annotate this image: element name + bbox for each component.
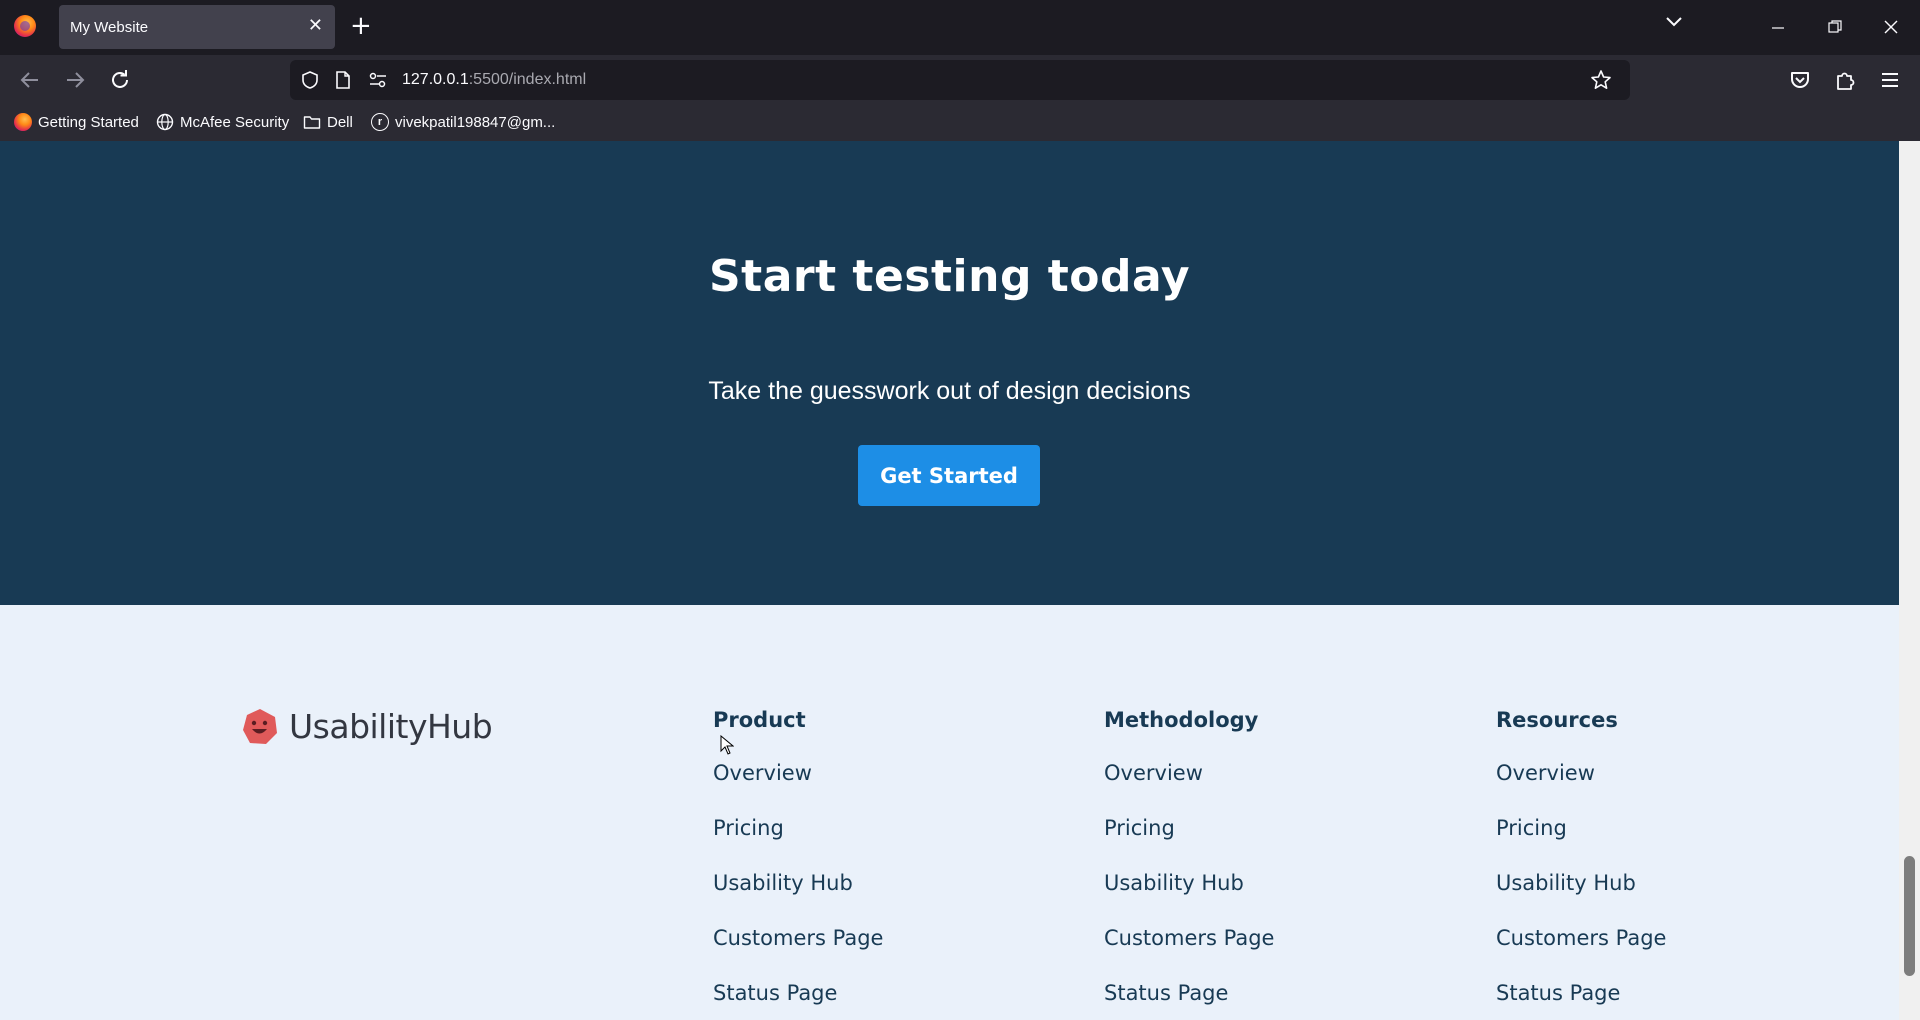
footer-link-overview[interactable]: Overview bbox=[1496, 761, 1595, 785]
tab-title: My Website bbox=[70, 19, 149, 36]
minimize-icon[interactable] bbox=[1770, 20, 1786, 36]
list-item: Pricing bbox=[1104, 796, 1274, 851]
footer-link-overview[interactable]: Overview bbox=[1104, 761, 1203, 785]
footer-link-usability-hub[interactable]: Usability Hub bbox=[1104, 871, 1244, 895]
footer-link-status-page[interactable]: Status Page bbox=[1496, 981, 1620, 1005]
footer-column-title: Methodology bbox=[1104, 708, 1259, 732]
list-item: Customers Page bbox=[713, 906, 883, 961]
tab-close-icon[interactable]: ✕ bbox=[308, 16, 323, 36]
url-bar[interactable]: 127.0.0.1:5500/index.html bbox=[290, 60, 1630, 100]
page-viewport: Start testing today Take the guesswork o… bbox=[0, 141, 1920, 1020]
bookmark-mcafee[interactable]: McAfee Security bbox=[156, 113, 289, 131]
folder-icon bbox=[303, 116, 321, 129]
scrollbar-thumb[interactable] bbox=[1904, 856, 1915, 976]
tab-active[interactable]: My Website ✕ bbox=[59, 5, 335, 49]
mouse-cursor-icon bbox=[720, 735, 734, 755]
footer-column-resources: Resources Overview Pricing Usability Hub… bbox=[1496, 708, 1666, 1016]
navigation-toolbar: 127.0.0.1:5500/index.html bbox=[0, 55, 1920, 105]
get-started-button[interactable]: Get Started bbox=[858, 445, 1040, 506]
list-item: Status Page bbox=[1496, 961, 1666, 1016]
url-text[interactable]: 127.0.0.1:5500/index.html bbox=[402, 71, 586, 89]
footer-column-title: Product bbox=[713, 708, 806, 732]
list-item: Overview bbox=[713, 741, 883, 796]
bookmark-star-icon[interactable] bbox=[1590, 69, 1612, 91]
footer-link-customers-page[interactable]: Customers Page bbox=[1104, 926, 1274, 950]
new-tab-button[interactable]: + bbox=[350, 12, 372, 40]
firefox-icon bbox=[14, 113, 32, 131]
footer-column-product: Product Overview Pricing Usability Hub C… bbox=[713, 708, 883, 1016]
list-item: Status Page bbox=[1104, 961, 1274, 1016]
bookmark-folder-dell[interactable]: Dell bbox=[303, 113, 353, 131]
list-all-tabs-icon[interactable] bbox=[1664, 14, 1684, 30]
bookmark-label: McAfee Security bbox=[180, 113, 290, 131]
pocket-icon[interactable] bbox=[1787, 67, 1813, 93]
list-item: Overview bbox=[1496, 741, 1666, 796]
bookmark-label: Dell bbox=[327, 113, 353, 131]
list-item: Status Page bbox=[713, 961, 883, 1016]
footer-link-usability-hub[interactable]: Usability Hub bbox=[713, 871, 853, 895]
menu-icon[interactable] bbox=[1877, 67, 1903, 93]
extensions-icon[interactable] bbox=[1832, 67, 1858, 93]
close-window-icon[interactable] bbox=[1883, 19, 1899, 35]
brand-name: UsabilityHub bbox=[289, 707, 493, 746]
brand-logo[interactable]: UsabilityHub bbox=[241, 707, 493, 746]
footer-link-customers-page[interactable]: Customers Page bbox=[1496, 926, 1666, 950]
list-item: Usability Hub bbox=[713, 851, 883, 906]
footer-column-methodology: Methodology Overview Pricing Usability H… bbox=[1104, 708, 1274, 1016]
url-path: :5500/index.html bbox=[468, 71, 587, 88]
cta-section: Start testing today Take the guesswork o… bbox=[0, 141, 1899, 605]
list-item: Customers Page bbox=[1496, 906, 1666, 961]
footer-link-customers-page[interactable]: Customers Page bbox=[713, 926, 883, 950]
footer-link-overview[interactable]: Overview bbox=[713, 761, 812, 785]
reload-icon[interactable] bbox=[107, 67, 133, 93]
restore-icon[interactable] bbox=[1827, 19, 1843, 35]
footer-link-list: Overview Pricing Usability Hub Customers… bbox=[1104, 741, 1274, 1016]
list-item: Pricing bbox=[1496, 796, 1666, 851]
cta-title: Start testing today bbox=[708, 251, 1191, 302]
list-item: Pricing bbox=[713, 796, 883, 851]
firefox-logo-icon bbox=[14, 15, 36, 37]
bookmark-profile[interactable]: r vivekpatil198847@gm... bbox=[371, 113, 555, 131]
footer-link-pricing[interactable]: Pricing bbox=[713, 816, 784, 840]
shield-icon[interactable] bbox=[300, 70, 320, 90]
back-icon[interactable] bbox=[17, 67, 43, 93]
page-icon[interactable] bbox=[334, 70, 352, 90]
page-scrollbar[interactable] bbox=[1899, 141, 1920, 1020]
bookmark-label: vivekpatil198847@gm... bbox=[395, 113, 556, 131]
list-item: Usability Hub bbox=[1496, 851, 1666, 906]
footer-link-status-page[interactable]: Status Page bbox=[713, 981, 837, 1005]
footer-link-pricing[interactable]: Pricing bbox=[1104, 816, 1175, 840]
bookmarks-toolbar: Getting Started McAfee Security Dell r v… bbox=[0, 105, 1920, 141]
forward-icon[interactable] bbox=[62, 67, 88, 93]
footer-link-usability-hub[interactable]: Usability Hub bbox=[1496, 871, 1636, 895]
footer-link-list: Overview Pricing Usability Hub Customers… bbox=[1496, 741, 1666, 1016]
footer-link-pricing[interactable]: Pricing bbox=[1496, 816, 1567, 840]
tab-bar: My Website ✕ + bbox=[0, 0, 1920, 55]
permissions-icon[interactable] bbox=[368, 71, 388, 89]
footer: UsabilityHub Product Overview Pricing Us… bbox=[0, 605, 1899, 1020]
globe-icon bbox=[156, 113, 174, 131]
list-item: Customers Page bbox=[1104, 906, 1274, 961]
list-item: Overview bbox=[1104, 741, 1274, 796]
bookmark-getting-started[interactable]: Getting Started bbox=[14, 113, 139, 131]
list-item: Usability Hub bbox=[1104, 851, 1274, 906]
footer-link-status-page[interactable]: Status Page bbox=[1104, 981, 1228, 1005]
footer-column-title: Resources bbox=[1496, 708, 1618, 732]
usabilityhub-logo-icon bbox=[243, 708, 277, 744]
profile-icon: r bbox=[371, 113, 389, 131]
url-host: 127.0.0.1 bbox=[402, 71, 469, 88]
bookmark-label: Getting Started bbox=[38, 113, 139, 131]
footer-link-list: Overview Pricing Usability Hub Customers… bbox=[713, 741, 883, 1016]
cta-subtitle: Take the guesswork out of design decisio… bbox=[708, 377, 1191, 405]
